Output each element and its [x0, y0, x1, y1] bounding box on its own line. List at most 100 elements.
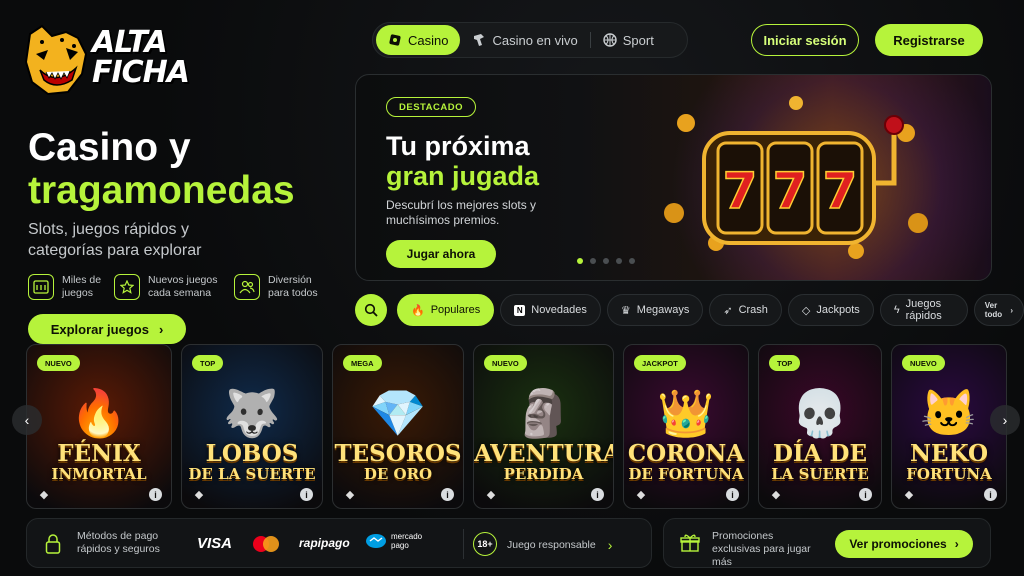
info-icon[interactable]: i [591, 488, 604, 501]
carousel-dot[interactable] [603, 258, 609, 264]
carousel-prev-button[interactable]: ‹ [12, 405, 42, 435]
chip-jackpots[interactable]: ◇ Jackpots [787, 294, 874, 326]
reel-symbol: 7 [723, 162, 758, 220]
login-button[interactable]: Iniciar sesión [751, 24, 859, 56]
game-card[interactable]: NUEVO 🗿 AVENTURA PERDIDA ◆ i [473, 344, 614, 509]
info-icon[interactable]: i [149, 488, 162, 501]
hero-subtitle: Slots, juegos rápidos y categorías para … [28, 221, 202, 259]
game-tag: NUEVO [902, 355, 945, 371]
game-artwork: 🔥 [70, 387, 128, 440]
hero-title-line2: tragamonedas [28, 169, 295, 212]
see-all-label: Ver todo [984, 301, 1003, 319]
register-button[interactable]: Registrarse [875, 24, 983, 56]
game-title-line2: DE ORO [363, 465, 433, 483]
info-icon[interactable]: i [726, 488, 739, 501]
chevron-right-icon: › [954, 537, 959, 551]
slot-machine-icon [28, 274, 54, 300]
chip-label: Crash [738, 304, 768, 316]
chip-novedades[interactable]: N Novedades [500, 294, 601, 326]
carousel-dot[interactable] [616, 258, 622, 264]
category-filter-bar: 🔥 Populares N Novedades ♛ Megaways ➶ Cra… [397, 294, 1024, 326]
explore-games-label: Explorar juegos [50, 321, 149, 337]
slot-machine-illustration: 7 7 7 [664, 96, 928, 259]
logo-wordmark: ALTA FICHA [92, 25, 190, 88]
provider-icon: ◆ [194, 488, 204, 501]
game-title: DÍA DE LA SUERTE [759, 440, 881, 483]
game-card[interactable]: JACKPOT 👑 CORONA DE FORTUNA ◆ i [623, 344, 749, 509]
info-icon[interactable]: i [300, 488, 313, 501]
promo-text: Promociones exclusivas para jugar más [712, 530, 811, 568]
crown-icon: ♛ [620, 304, 631, 317]
lock-icon [45, 534, 61, 554]
handshake-icon [366, 534, 386, 548]
see-promotions-button[interactable]: Ver promociones › [835, 530, 973, 558]
users-icon [234, 274, 260, 300]
chevron-right-icon: › [158, 321, 164, 337]
carousel-dot[interactable] [629, 258, 635, 264]
flame-icon: 🔥 [411, 304, 425, 317]
banner-subtitle: Descubrí los mejores slots y muchísimos … [386, 198, 537, 227]
game-card[interactable]: TOP 🐺 LOBOS DE LA SUERTE ◆ i [181, 344, 323, 509]
game-artwork: 🗿 [514, 387, 573, 440]
game-title-line2: DE LA SUERTE [188, 465, 316, 483]
chip-crash[interactable]: ➶ Crash [709, 294, 782, 326]
chip-juegos-rapidos[interactable]: ϟ Juegos rápidos [879, 294, 968, 326]
provider-icon: ◆ [345, 488, 355, 501]
see-all-button[interactable]: Ver todo › [973, 294, 1024, 326]
logo-text-top: ALTA [92, 25, 168, 60]
carousel-dot[interactable] [577, 258, 583, 264]
payments-bar: Métodos de pago rápidos y seguros VISA r… [26, 518, 652, 568]
feature-text: Diversión para todos [268, 274, 318, 299]
search-icon [364, 303, 378, 317]
play-now-button[interactable]: Jugar ahora [386, 240, 496, 268]
game-card[interactable]: TOP 💀 DÍA DE LA SUERTE ◆ i [758, 344, 882, 509]
promotions-bar: Promociones exclusivas para jugar más Ve… [663, 518, 991, 568]
banner-title-line2: gran jugada [386, 161, 540, 191]
nav-casino[interactable]: Casino [376, 25, 461, 55]
info-icon[interactable]: i [441, 488, 454, 501]
main-nav: Casino Casino en vivo Sport [372, 22, 688, 58]
game-card[interactable]: MEGA 💎 TESOROS DE ORO ◆ i [332, 344, 464, 509]
info-icon[interactable]: i [984, 488, 997, 501]
game-title-line2: PERDIDA [503, 465, 584, 483]
game-title-line2: FORTUNA [906, 465, 992, 483]
search-button[interactable] [355, 294, 387, 326]
featured-banner[interactable]: 7 7 7 DESTACADO Tu próxima gran jugada D… [355, 74, 992, 281]
nav-casino-en-vivo[interactable]: Casino en vivo [460, 25, 589, 55]
feature-text: Nuevos juegos cada semana [148, 274, 218, 299]
reel-symbol: 7 [823, 162, 858, 220]
nav-casino-label: Casino [408, 32, 449, 48]
game-title-line2: DE FORTUNA [628, 465, 744, 483]
info-icon[interactable]: i [859, 488, 872, 501]
game-tag: TOP [769, 355, 801, 371]
game-tag: NUEVO [37, 355, 80, 371]
nav-sport-label: Sport [622, 32, 654, 48]
game-title: AVENTURA PERDIDA [474, 442, 613, 483]
carousel-dot[interactable] [590, 258, 596, 264]
mercadopago-text: mercado pago [391, 532, 423, 550]
chevron-right-icon: › [1010, 305, 1013, 315]
casino-chip-icon [389, 34, 401, 46]
visa-logo: VISA [197, 535, 233, 552]
page-root: ALTA FICHA Casino Casino en vivo Sport I… [0, 0, 1024, 576]
brand-logo[interactable]: ALTA FICHA [22, 20, 192, 102]
live-dealer-icon [474, 34, 485, 46]
chip-label: Jackpots [816, 304, 860, 316]
nav-sport[interactable]: Sport [591, 25, 666, 55]
feature-text: Miles de juegos [62, 274, 102, 299]
chip-populares[interactable]: 🔥 Populares [397, 294, 495, 326]
carousel-next-button[interactable]: › [990, 405, 1020, 435]
game-tag: MEGA [343, 355, 382, 371]
explore-games-button[interactable]: Explorar juegos › [28, 314, 186, 344]
chip-label: Novedades [531, 304, 587, 316]
game-title: NEKO FORTUNA [892, 442, 1006, 483]
game-card[interactable]: NUEVO 🐱 NEKO FORTUNA ◆ i [891, 344, 1007, 509]
age-18-badge: 18+ [473, 532, 497, 556]
game-title-line1: DÍA DE [772, 440, 868, 467]
game-artwork: 💀 [791, 387, 849, 440]
game-card[interactable]: NUEVO 🔥 FÉNIX INMORTAL ◆ i [26, 344, 172, 509]
chip-megaways[interactable]: ♛ Megaways [606, 294, 704, 326]
responsible-gaming-link[interactable]: Juego responsable › [507, 537, 612, 553]
rapipago-logo: rapipago [299, 536, 350, 550]
rocket-icon: ➶ [723, 304, 733, 317]
